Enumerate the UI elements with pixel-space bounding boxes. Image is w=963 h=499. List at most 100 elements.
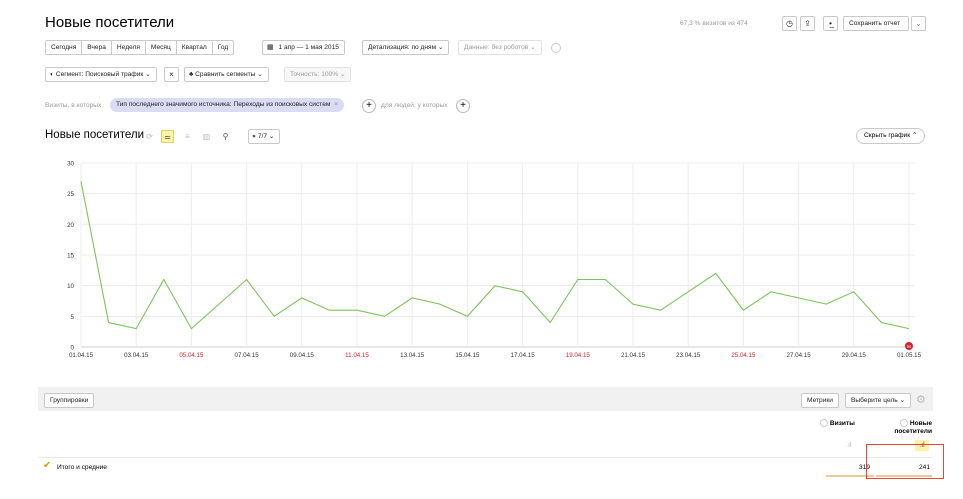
choose-goal-label: Выберите цель: [851, 397, 898, 404]
data-point: [439, 303, 441, 305]
data-point: [604, 278, 606, 280]
y-tick-label: 0: [71, 345, 75, 352]
close-icon[interactable]: ×: [164, 67, 179, 82]
x-tick-label: 11.04.15: [345, 352, 369, 359]
data-point: [742, 309, 744, 311]
period-today[interactable]: Сегодня: [45, 40, 83, 55]
close-icon[interactable]: ×: [334, 101, 338, 108]
column-highlight-box: [866, 444, 944, 479]
visits-radio[interactable]: [820, 419, 828, 427]
period-year[interactable]: Год: [211, 40, 235, 55]
x-tick-label: 03.04.15: [124, 352, 149, 359]
period-quarter[interactable]: Квартал: [175, 40, 213, 55]
y-tick-label: 20: [67, 222, 74, 229]
chevron-down-icon[interactable]: ⌄: [911, 16, 926, 31]
data-filter-dropdown[interactable]: Данные: без роботов ⌄: [458, 40, 542, 55]
calendar-icon: ▦: [267, 44, 274, 51]
hide-chart-label: Скрыть график: [864, 132, 911, 139]
date-range-button[interactable]: ▦ 1 апр — 1 мая 2015: [262, 40, 345, 55]
x-tick-label: 07.04.15: [235, 352, 260, 359]
export-icon[interactable]: ⇪: [800, 16, 815, 31]
y-tick-label: 10: [67, 283, 74, 290]
period-selector: Сегодня Вчера Неделя Месяц Квартал Год: [45, 40, 235, 55]
save-report-button[interactable]: Сохранить отчет: [843, 16, 909, 31]
period-week[interactable]: Неделя: [110, 40, 146, 55]
series-line: [80, 181, 910, 330]
chevron-down-icon: ⌄: [339, 71, 346, 78]
data-point: [245, 278, 247, 280]
x-tick-label: 13.04.15: [400, 352, 425, 359]
chevron-down-icon: ⌄: [437, 44, 444, 51]
x-tick-label: 27.04.15: [787, 352, 812, 359]
y-tick-label: 30: [67, 161, 74, 168]
chevron-down-icon: ⌄: [899, 397, 906, 404]
clock-icon[interactable]: ◷: [782, 16, 797, 31]
chevron-down-icon: ⌄: [530, 44, 536, 51]
checkmark-icon[interactable]: ✔: [43, 460, 51, 471]
period-yesterday[interactable]: Вчера: [81, 40, 112, 55]
compare-segments-button[interactable]: ♣ Сравнить сегменты ⌄: [184, 67, 269, 82]
share-icon[interactable]: •̲: [823, 16, 838, 31]
groupings-button[interactable]: Группировки: [44, 393, 95, 408]
data-point: [356, 309, 358, 311]
x-tick-label: 23.04.15: [676, 352, 701, 359]
period-month[interactable]: Месяц: [144, 40, 177, 55]
data-point: [466, 315, 468, 317]
segment-dropdown[interactable]: ◐ Сегмент: Поисковый трафик ⌄: [45, 67, 157, 82]
data-point: [908, 327, 910, 329]
visits-sort-icon[interactable]: .ıl: [846, 442, 851, 449]
map-pin-icon[interactable]: ⚲: [219, 130, 232, 143]
help-icon[interactable]: [551, 43, 561, 53]
new-visitors-column-label-1: Новые: [909, 419, 932, 427]
add-filter-button[interactable]: +: [362, 99, 376, 113]
y-tick-label: 5: [71, 314, 75, 321]
gear-icon[interactable]: ⚙: [916, 393, 926, 406]
line-chart-icon[interactable]: ≃: [161, 130, 174, 143]
data-point: [494, 284, 496, 286]
table-toolbar: [38, 387, 933, 411]
detail-dropdown[interactable]: Детализация: по дням ⌄: [362, 40, 450, 55]
y-tick-label: 25: [67, 191, 74, 198]
x-tick-label: 01.04.15: [69, 352, 94, 359]
x-tick-label: 01.05.15: [897, 352, 922, 359]
data-point: [80, 180, 82, 182]
data-point: [135, 327, 137, 329]
data-filter-label: Данные: без роботов: [464, 44, 529, 51]
data-point: [853, 291, 855, 293]
segment-label: Сегмент: Поисковый трафик: [55, 71, 144, 78]
data-point: [163, 278, 165, 280]
x-tick-label: 29.04.15: [842, 352, 867, 359]
data-point: [521, 291, 523, 293]
x-tick-label: 21.04.15: [621, 352, 646, 359]
table-divider: [38, 457, 933, 458]
chevron-down-icon: ⌄: [257, 71, 263, 78]
series-count-dropdown[interactable]: ● 7/7 ⌄: [248, 129, 281, 144]
visits-column-header[interactable]: Визиты: [820, 419, 855, 427]
page-title: Новые посетители: [45, 14, 175, 31]
hide-chart-button[interactable]: Скрыть график ⌃: [856, 128, 926, 144]
add-people-filter-button[interactable]: +: [456, 99, 470, 113]
visits-info: 67,3 % визитов из 474: [680, 20, 748, 27]
filter-tag[interactable]: Тип последнего значимого источника: Пере…: [110, 98, 345, 112]
bar-chart-icon[interactable]: ▥: [200, 130, 213, 143]
data-point: [383, 315, 385, 317]
new-visitors-column-header[interactable]: Новые посетители: [880, 419, 932, 436]
data-point: [190, 327, 192, 329]
metrics-button[interactable]: Метрики: [801, 393, 839, 408]
accuracy-dropdown[interactable]: Точность: 100% ⌄: [284, 67, 352, 82]
filter-prefix: Визиты, в которых: [45, 102, 102, 109]
detail-label: Детализация: по дням: [368, 44, 437, 51]
people-filter-label: для людей, у которых: [381, 102, 448, 109]
y-tick-label: 15: [67, 253, 74, 260]
new-visitors-radio[interactable]: [900, 419, 908, 427]
choose-goal-dropdown[interactable]: Выберите цель ⌄: [845, 393, 912, 408]
annotation-marker: [905, 342, 913, 350]
series-count: 7/7: [257, 133, 267, 140]
refresh-icon[interactable]: ⟳: [143, 130, 156, 143]
area-chart-icon[interactable]: ≡: [181, 130, 194, 143]
x-tick-label: 09.04.15: [290, 352, 315, 359]
total-visits: 319: [858, 464, 870, 471]
data-point: [659, 309, 661, 311]
series-dot-icon: ●: [252, 133, 256, 140]
x-tick-label: 05.04.15: [179, 352, 204, 359]
